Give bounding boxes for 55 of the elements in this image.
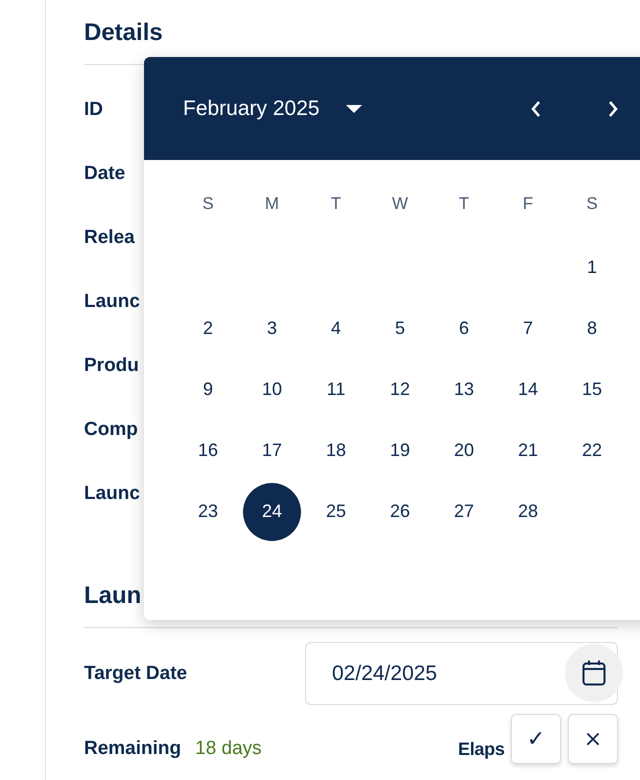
calendar-day[interactable]: 28: [499, 482, 557, 540]
calendar-day[interactable]: 7: [499, 300, 557, 358]
field-label: Elaps: [458, 738, 505, 760]
caret-icon: [346, 104, 362, 112]
calendar-day[interactable]: 17: [243, 422, 301, 480]
calendar-day[interactable]: 24: [243, 482, 301, 540]
field-label: Launc: [84, 483, 140, 505]
calendar-day[interactable]: 5: [371, 300, 429, 358]
calendar-day[interactable]: 4: [307, 300, 365, 358]
weekday-label: S: [586, 194, 598, 214]
weekday-label: T: [330, 194, 342, 214]
month-selector[interactable]: February 2025: [183, 96, 362, 120]
calendar-day[interactable]: 6: [435, 300, 493, 358]
section-heading: Details: [84, 18, 163, 48]
calendar-day[interactable]: 25: [307, 482, 365, 540]
calendar-day[interactable]: 27: [435, 482, 493, 540]
chevron-left-icon: [530, 100, 542, 118]
field-label: Produ: [84, 355, 139, 377]
calendar-day[interactable]: 16: [179, 422, 237, 480]
section-heading: Laun: [84, 581, 142, 611]
calendar-day[interactable]: 22: [563, 422, 621, 480]
calendar-day[interactable]: 8: [563, 300, 621, 358]
calendar-day[interactable]: 26: [371, 482, 429, 540]
weekday-label: F: [522, 194, 534, 214]
calendar-day[interactable]: 23: [179, 482, 237, 540]
confirm-button[interactable]: ✓: [511, 714, 561, 764]
calendar-day[interactable]: 21: [499, 422, 557, 480]
field-label: Target Date: [84, 662, 188, 684]
weekday-label: T: [458, 194, 470, 214]
cancel-button[interactable]: ×: [568, 714, 618, 764]
field-label: ID: [84, 99, 103, 121]
calendar-icon: [582, 660, 606, 686]
weekday-label: M: [264, 194, 280, 214]
calendar-day[interactable]: 1: [563, 238, 621, 296]
calendar-day[interactable]: 19: [371, 422, 429, 480]
calendar-day[interactable]: 14: [499, 360, 557, 418]
calendar-day[interactable]: 12: [371, 360, 429, 418]
calendar-day[interactable]: 9: [179, 360, 237, 418]
field-label: Date: [84, 163, 126, 185]
calendar-day[interactable]: 20: [435, 422, 493, 480]
calendar-day[interactable]: 10: [243, 360, 301, 418]
weekday-label: W: [392, 194, 408, 214]
calendar-day[interactable]: 2: [179, 300, 237, 358]
field-label: Launc: [84, 291, 140, 313]
field-label: Relea: [84, 227, 135, 249]
calendar-day[interactable]: 3: [243, 300, 301, 358]
chevron-right-icon: [607, 100, 619, 118]
weekday-label: S: [202, 194, 214, 214]
calendar-day[interactable]: 13: [435, 360, 493, 418]
field-label: Comp: [84, 419, 138, 441]
calendar-day[interactable]: 11: [307, 360, 365, 418]
field-label: Remaining: [84, 738, 182, 760]
remaining-value: 18 days: [195, 738, 262, 760]
calendar-day[interactable]: 18: [307, 422, 365, 480]
calendar-day[interactable]: 15: [563, 360, 621, 418]
